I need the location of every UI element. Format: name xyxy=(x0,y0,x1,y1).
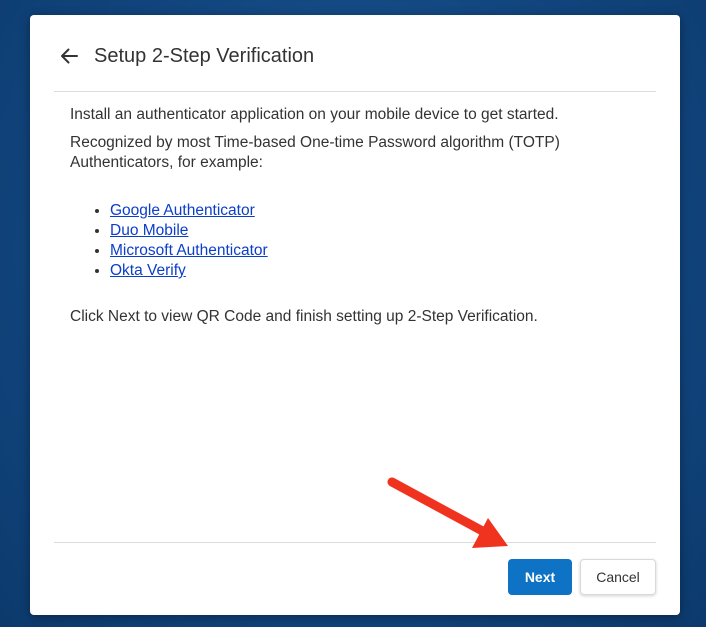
setup-2fa-dialog: Setup 2-Step Verification Install an aut… xyxy=(30,15,680,615)
arrow-left-icon xyxy=(61,48,78,64)
next-button[interactable]: Next xyxy=(508,559,572,595)
google-authenticator-link[interactable]: Google Authenticator xyxy=(110,202,255,219)
duo-mobile-link[interactable]: Duo Mobile xyxy=(110,222,188,239)
authenticator-list: Google Authenticator Duo Mobile Microsof… xyxy=(70,201,640,281)
footer-divider xyxy=(54,542,656,543)
intro-text: Install an authenticator application on … xyxy=(70,106,559,123)
dialog-header: Setup 2-Step Verification xyxy=(30,15,680,91)
back-button[interactable] xyxy=(56,43,82,69)
okta-verify-link[interactable]: Okta Verify xyxy=(110,262,186,279)
list-item: Google Authenticator xyxy=(110,201,640,221)
cancel-button[interactable]: Cancel xyxy=(580,559,656,595)
list-item: Microsoft Authenticator xyxy=(110,241,640,261)
dialog-title: Setup 2-Step Verification xyxy=(94,45,315,67)
list-item: Duo Mobile xyxy=(110,221,640,241)
dialog-footer: Next Cancel xyxy=(508,559,656,595)
list-item: Okta Verify xyxy=(110,261,640,281)
dialog-content: Install an authenticator application on … xyxy=(70,105,640,327)
instructions-text: Click Next to view QR Code and finish se… xyxy=(70,308,538,325)
header-divider xyxy=(54,91,656,92)
examples-text: Recognized by most Time-based One-time P… xyxy=(70,134,560,171)
microsoft-authenticator-link[interactable]: Microsoft Authenticator xyxy=(110,242,268,259)
